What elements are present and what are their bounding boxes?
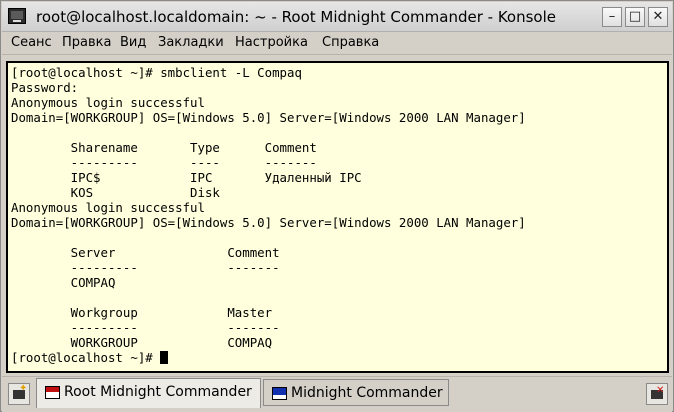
- terminal-line: Domain=[WORKGROUP] OS=[Windows 5.0] Serv…: [11, 110, 526, 125]
- terminal-line: Anonymous login successful: [11, 200, 205, 215]
- title-bar[interactable]: root@localhost.localdomain: ~ - Root Mid…: [2, 2, 672, 32]
- tab-midnight-commander[interactable]: Midnight Commander: [263, 379, 449, 406]
- menu-settings[interactable]: Настройка: [235, 35, 308, 50]
- new-session-button[interactable]: [8, 383, 30, 405]
- terminal-line: Domain=[WORKGROUP] OS=[Windows 5.0] Serv…: [11, 215, 526, 230]
- tab-bar: Root Midnight Commander Midnight Command…: [2, 376, 672, 412]
- terminal-line: --------- -------: [11, 260, 280, 275]
- tab-label: Root Midnight Commander: [64, 384, 252, 400]
- tab-label: Midnight Commander: [291, 385, 443, 401]
- terminal-line: KOS Disk: [11, 185, 220, 200]
- terminal-line: IPC$ IPC Удаленный IPC: [11, 170, 362, 185]
- menu-bookmarks[interactable]: Закладки: [158, 35, 224, 50]
- konsole-icon[interactable]: [8, 8, 26, 24]
- konsole-window: root@localhost.localdomain: ~ - Root Mid…: [0, 0, 674, 412]
- terminal-icon: [272, 387, 287, 400]
- terminal-line: --------- ---- -------: [11, 155, 317, 170]
- root-terminal-icon: [45, 386, 60, 399]
- menu-help[interactable]: Справка: [322, 35, 379, 50]
- close-session-button[interactable]: [646, 383, 668, 405]
- terminal-line: Sharename Type Comment: [11, 140, 317, 155]
- menu-edit[interactable]: Правка: [62, 35, 111, 50]
- terminal-prompt-line: [root@localhost ~]#: [11, 350, 169, 365]
- terminal-line: WORKGROUP COMPAQ: [11, 335, 273, 350]
- terminal-line: Password:: [11, 80, 79, 95]
- terminal-line: COMPAQ: [11, 275, 116, 290]
- menu-bar: Сеанс Правка Вид Закладки Настройка Спра…: [2, 32, 672, 55]
- terminal-line: --------- -------: [11, 320, 280, 335]
- terminal-line: Server Comment: [11, 245, 280, 260]
- window-title: root@localhost.localdomain: ~ - Root Mid…: [36, 8, 556, 26]
- terminal-prompt: [root@localhost ~]#: [11, 350, 161, 365]
- menu-session[interactable]: Сеанс: [11, 35, 52, 50]
- terminal-cursor: [160, 351, 169, 364]
- menu-view[interactable]: Вид: [120, 35, 146, 50]
- close-button[interactable]: ✕: [648, 7, 668, 27]
- tab-root-midnight-commander[interactable]: Root Midnight Commander: [36, 378, 261, 408]
- terminal-line: Anonymous login successful: [11, 95, 205, 110]
- maximize-button[interactable]: □: [625, 7, 645, 27]
- terminal-area[interactable]: [root@localhost ~]# smbclient -L Compaq …: [6, 61, 669, 373]
- minimize-button[interactable]: –: [602, 7, 622, 27]
- terminal-line: [root@localhost ~]# smbclient -L Compaq: [11, 65, 302, 80]
- terminal-line: Workgroup Master: [11, 305, 273, 320]
